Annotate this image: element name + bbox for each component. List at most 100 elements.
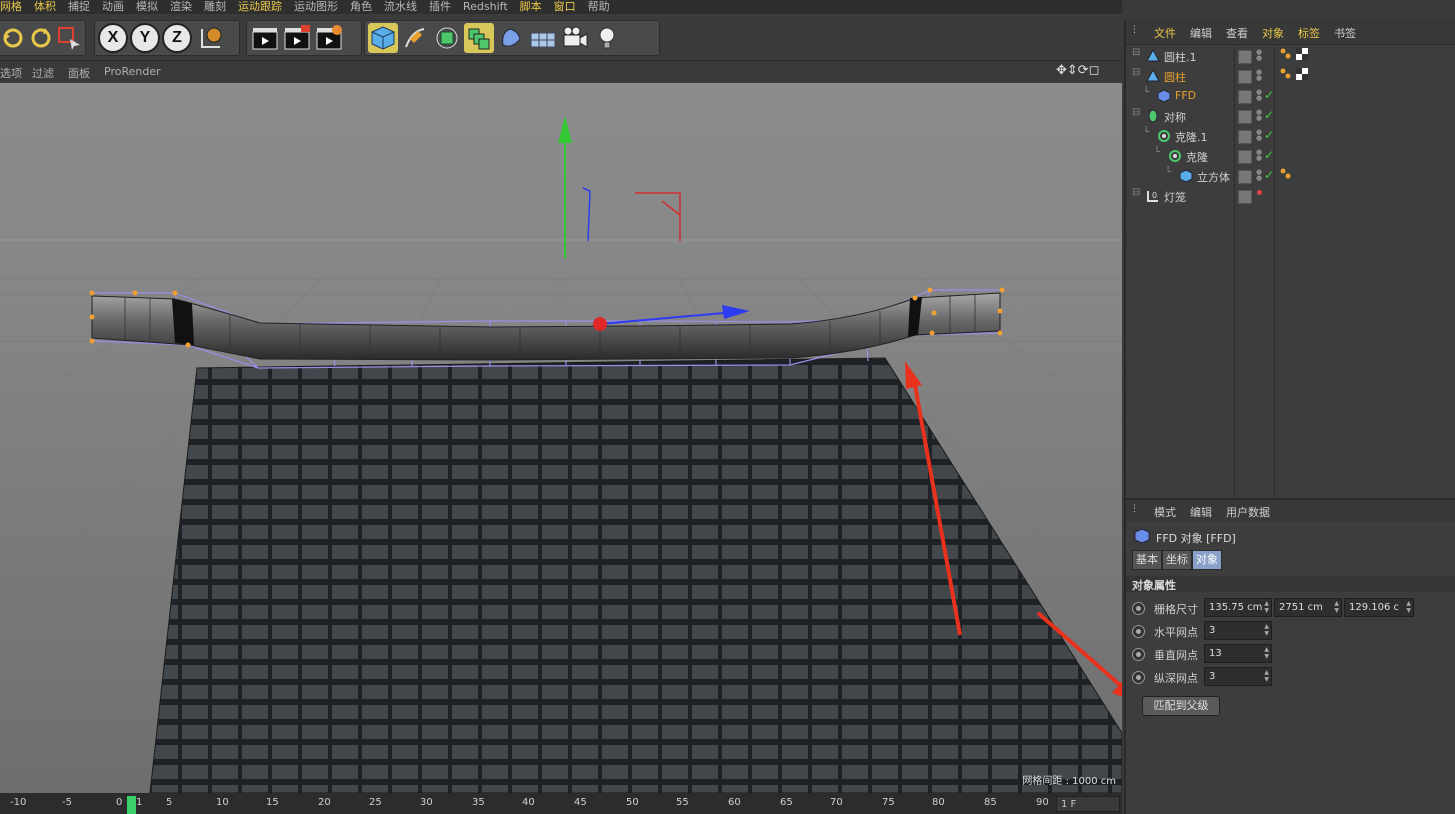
render-picture-viewer-icon[interactable] — [282, 23, 312, 53]
editor-visibility-off-icon[interactable] — [1257, 190, 1262, 195]
material-tag-icon[interactable] — [1280, 68, 1292, 80]
cube-icon[interactable] — [368, 23, 398, 53]
select-tool-icon[interactable] — [56, 23, 82, 53]
layer-visibility-icon[interactable] — [1238, 110, 1252, 124]
deformer-icon[interactable] — [496, 23, 526, 53]
frame-field[interactable]: 1 F — [1056, 796, 1120, 812]
tab-object[interactable]: 对象 — [1192, 550, 1222, 570]
v-points-field[interactable]: 13 ▲ ▼ — [1204, 644, 1272, 663]
menu-item-3[interactable]: 动画 — [102, 1, 124, 13]
obj-menu-view[interactable]: 查看 — [1226, 25, 1248, 41]
array-cloner-icon[interactable] — [464, 23, 494, 53]
object-name[interactable]: 克隆.1 — [1175, 129, 1208, 145]
menu-item-5[interactable]: 渲染 — [170, 1, 192, 13]
tree-connector-icon[interactable]: └ — [1165, 167, 1171, 178]
rotate-icon[interactable] — [28, 23, 54, 53]
visibility-dots-icon[interactable]: ● ● — [1256, 69, 1262, 82]
object-name[interactable]: FFD — [1175, 89, 1196, 102]
render-settings-icon[interactable] — [314, 23, 344, 53]
subdivision-icon[interactable] — [432, 23, 462, 53]
obj-menu-edit[interactable]: 编辑 — [1190, 25, 1212, 41]
enabled-check-icon[interactable]: ✓ — [1264, 108, 1274, 122]
object-name[interactable]: 圆柱 — [1164, 69, 1186, 85]
object-name[interactable]: 立方体 — [1197, 169, 1230, 185]
viewport-menu-filter[interactable]: 过滤 — [32, 65, 54, 81]
tree-connector-icon[interactable]: ⊟ — [1132, 187, 1140, 198]
tree-connector-icon[interactable]: ⊟ — [1132, 107, 1140, 118]
d-points-radio[interactable] — [1132, 671, 1145, 684]
camera-icon[interactable] — [560, 23, 590, 53]
object-name[interactable]: 圆柱.1 — [1164, 49, 1197, 65]
grid-size-radio[interactable] — [1132, 602, 1145, 615]
visibility-dots-icon[interactable]: ● ● — [1256, 109, 1262, 122]
obj-menu-file[interactable]: 文件 — [1154, 25, 1176, 41]
layer-visibility-icon[interactable] — [1238, 50, 1252, 64]
menu-item-1[interactable]: 体积 — [34, 1, 56, 13]
menu-item-0[interactable]: 网格 — [0, 1, 22, 13]
object-row[interactable]: └ 克隆.1 ● ● ✓ — [1126, 126, 1455, 146]
tree-connector-icon[interactable]: └ — [1143, 87, 1149, 98]
object-name[interactable]: 对称 — [1164, 109, 1186, 125]
visibility-dots-icon[interactable]: ● ● — [1256, 49, 1262, 62]
tree-connector-icon[interactable]: ⊟ — [1132, 47, 1140, 58]
object-row[interactable]: └ FFD ● ● ✓ — [1126, 86, 1455, 106]
undo-icon[interactable] — [0, 23, 26, 53]
menu-item-7[interactable]: 运动跟踪 — [238, 1, 282, 13]
grid-size-x-field[interactable]: 135.75 cm ▲ ▼ — [1204, 598, 1272, 617]
object-row[interactable]: └ 立方体 ● ● ✓ — [1126, 166, 1455, 186]
menu-item-9[interactable]: 角色 — [350, 1, 372, 13]
enabled-check-icon[interactable]: ✓ — [1264, 88, 1274, 102]
layer-visibility-icon[interactable] — [1238, 190, 1252, 204]
timeline-playhead[interactable] — [127, 796, 136, 814]
material-tag-icon[interactable] — [1280, 48, 1292, 60]
viewport-nav-icons[interactable]: ✥⇕⟳◻ — [1056, 63, 1099, 78]
viewport-menu-prorender[interactable]: ProRender — [104, 65, 161, 78]
tree-connector-icon[interactable]: ⊟ — [1132, 67, 1140, 78]
enabled-check-icon[interactable]: ✓ — [1264, 148, 1274, 162]
floor-environment-icon[interactable] — [528, 23, 558, 53]
layer-visibility-icon[interactable] — [1238, 170, 1252, 184]
light-icon[interactable] — [592, 23, 622, 53]
grid-size-y-field[interactable]: 2751 cm ▲ ▼ — [1274, 598, 1342, 617]
d-points-field[interactable]: 3 ▲ ▼ — [1204, 667, 1272, 686]
menu-item-2[interactable]: 捕捉 — [68, 1, 90, 13]
tree-connector-icon[interactable]: └ — [1143, 127, 1149, 138]
attr-menu-userdata[interactable]: 用户数据 — [1226, 504, 1270, 520]
obj-menu-object[interactable]: 对象 — [1262, 25, 1284, 41]
object-row[interactable]: ⊟ 圆柱 ● ● — [1126, 66, 1455, 86]
object-name[interactable]: 灯笼 — [1164, 189, 1186, 205]
h-points-field[interactable]: 3 ▲ ▼ — [1204, 621, 1272, 640]
v-points-radio[interactable] — [1132, 648, 1145, 661]
material-tag-icon[interactable] — [1280, 168, 1292, 180]
viewport-menu-options[interactable]: 选项 — [0, 65, 22, 81]
timeline[interactable]: -10 -5 0 1 5 10 15 20 25 30 35 40 45 50 55 60 65 70 75 80 85… — [0, 793, 1122, 814]
3d-viewport[interactable]: 网格间距 : 1000 cm — [0, 83, 1122, 793]
tree-connector-icon[interactable]: └ — [1154, 147, 1160, 158]
menu-item-8[interactable]: 运动图形 — [294, 1, 338, 13]
layer-visibility-icon[interactable] — [1238, 150, 1252, 164]
tab-basic[interactable]: 基本 — [1132, 550, 1162, 570]
obj-menu-tags[interactable]: 标签 — [1298, 25, 1320, 41]
menu-item-10[interactable]: 流水线 — [384, 1, 417, 13]
layer-visibility-icon[interactable] — [1238, 130, 1252, 144]
object-row[interactable]: ⊟ 0 灯笼 — [1126, 186, 1455, 206]
z-axis-lock-button[interactable]: Z — [162, 23, 192, 53]
object-row[interactable]: └ 克隆 ● ● ✓ — [1126, 146, 1455, 166]
pen-spline-icon[interactable] — [400, 23, 430, 53]
texture-tag-icon[interactable] — [1296, 48, 1308, 60]
visibility-dots-icon[interactable]: ● ● — [1256, 169, 1262, 182]
menu-item-14[interactable]: 窗口 — [554, 1, 576, 13]
visibility-dots-icon[interactable]: ● ● — [1256, 149, 1262, 162]
menu-item-12[interactable]: Redshift — [463, 1, 508, 13]
enabled-check-icon[interactable]: ✓ — [1264, 128, 1274, 142]
menu-item-15[interactable]: 帮助 — [588, 1, 610, 13]
x-axis-lock-button[interactable]: X — [98, 23, 128, 53]
menu-item-4[interactable]: 模拟 — [136, 1, 158, 13]
viewport-menu-panel[interactable]: 面板 — [68, 65, 90, 81]
layer-visibility-icon[interactable] — [1238, 70, 1252, 84]
menu-item-6[interactable]: 雕刻 — [204, 1, 226, 13]
texture-tag-icon[interactable] — [1296, 68, 1308, 80]
attr-menu-edit[interactable]: 编辑 — [1190, 504, 1212, 520]
enabled-check-icon[interactable]: ✓ — [1264, 168, 1274, 182]
grid-size-z-field[interactable]: 129.106 c ▲ ▼ — [1344, 598, 1414, 617]
